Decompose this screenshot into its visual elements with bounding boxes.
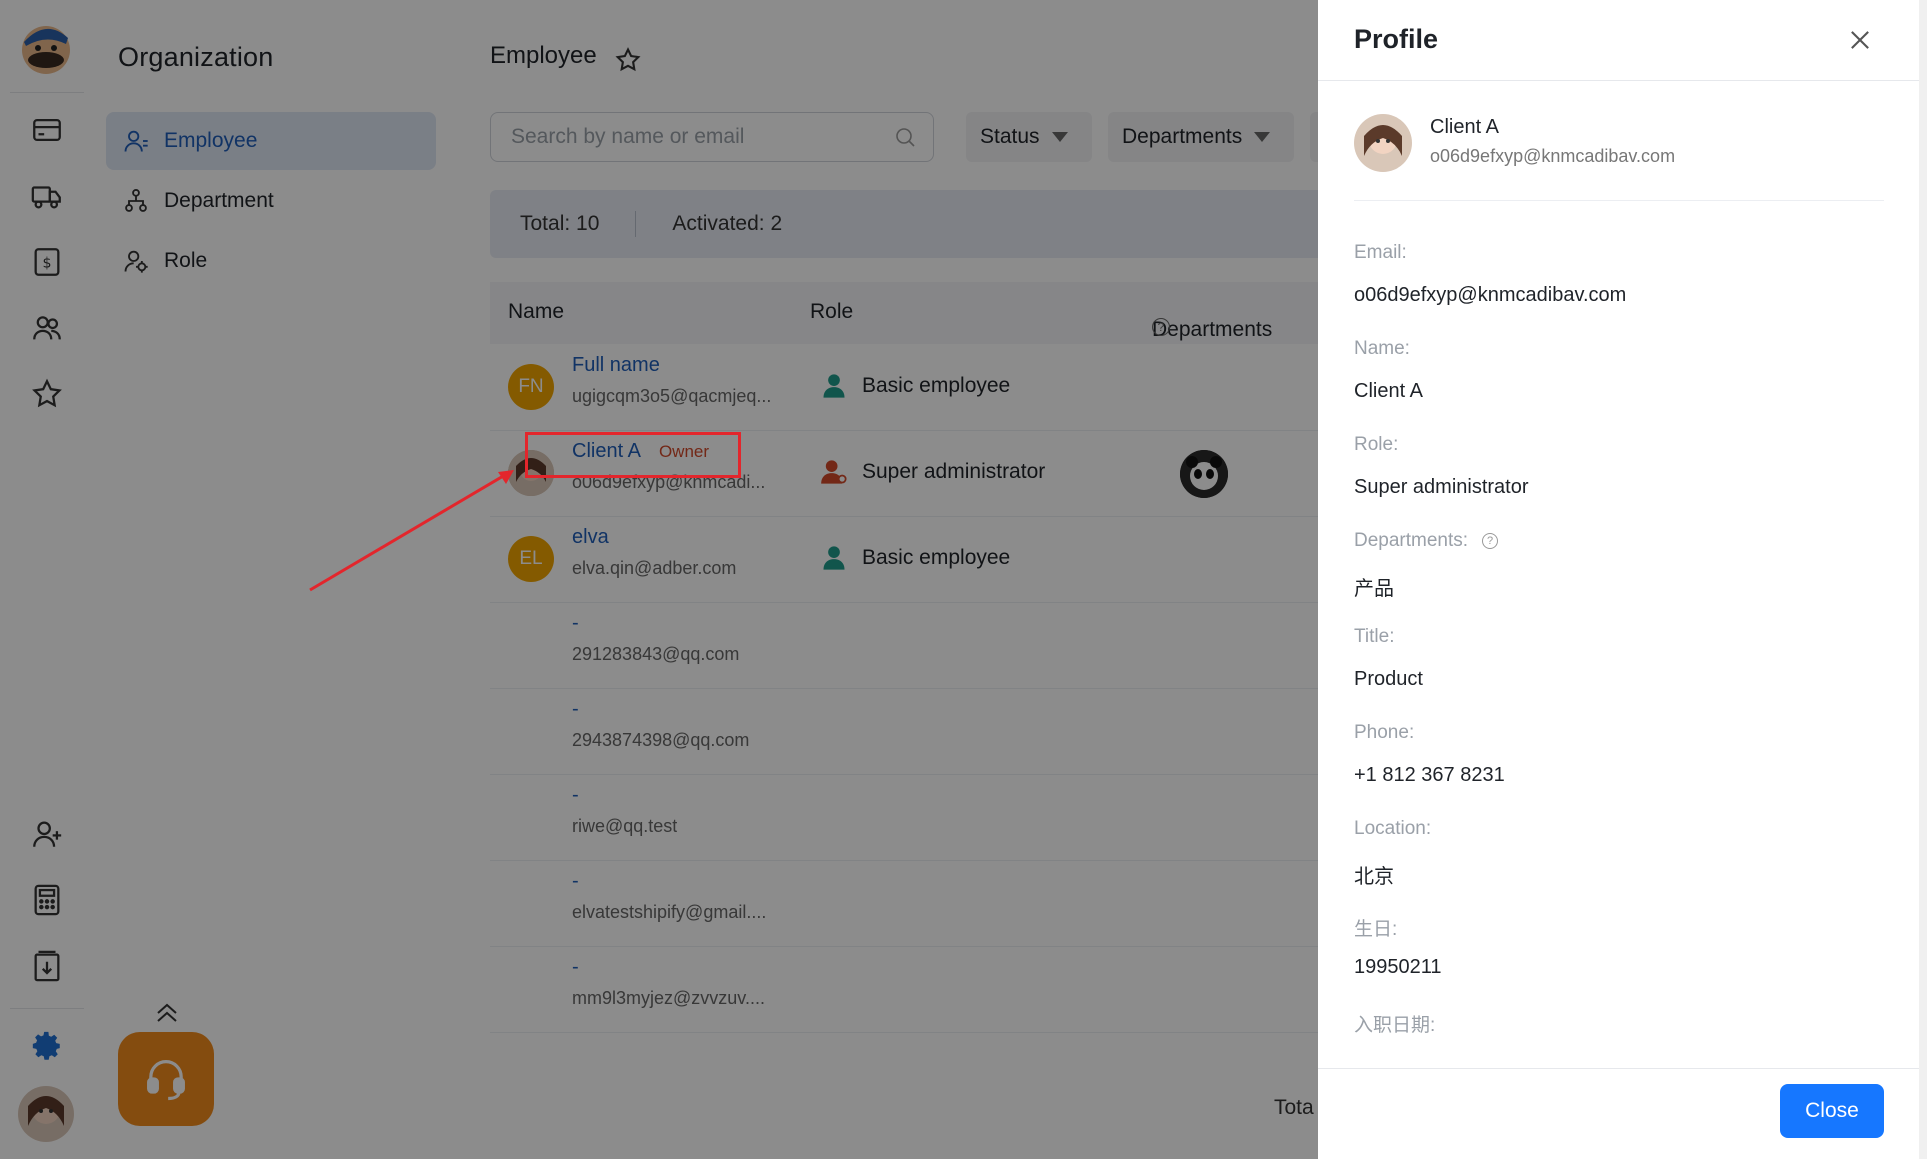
scrollbar[interactable]	[1919, 0, 1927, 1159]
field-label-email: Email:	[1354, 242, 1407, 263]
close-button[interactable]: Close	[1780, 1084, 1884, 1138]
modal-overlay[interactable]	[0, 0, 1318, 1159]
annotation-highlight-box	[525, 432, 741, 478]
profile-drawer: Profile Client A o06d9efxyp@knmcadibav.c…	[1318, 0, 1919, 1159]
field-value-phone: +1 812 367 8231	[1354, 764, 1505, 786]
field-label-title: Title:	[1354, 626, 1395, 647]
divider	[1318, 80, 1919, 81]
divider	[1318, 1068, 1919, 1069]
close-icon[interactable]	[1846, 26, 1874, 54]
field-value-location: 北京	[1354, 866, 1394, 888]
drawer-title: Profile	[1354, 24, 1439, 54]
field-value-role: Super administrator	[1354, 476, 1529, 498]
profile-avatar	[1354, 114, 1412, 172]
profile-name: Client A	[1430, 116, 1499, 138]
field-value-email: o06d9efxyp@knmcadibav.com	[1354, 284, 1627, 306]
field-label-location: Location:	[1354, 818, 1432, 839]
field-label-name: Name:	[1354, 338, 1410, 359]
field-label-departments: Departments:?	[1354, 530, 1499, 552]
field-label-role: Role:	[1354, 434, 1399, 455]
help-icon[interactable]: ?	[1482, 532, 1499, 549]
field-label-birthday: 生日:	[1354, 919, 1398, 940]
divider	[1354, 200, 1884, 201]
field-value-name: Client A	[1354, 380, 1423, 402]
field-value-birthday: 19950211	[1354, 956, 1442, 978]
annotation-arrow	[309, 470, 514, 592]
field-label-hire-date: 入职日期:	[1354, 1015, 1436, 1036]
field-label-phone: Phone:	[1354, 722, 1415, 743]
field-value-departments: 产品	[1354, 578, 1394, 600]
field-value-title: Product	[1354, 668, 1423, 690]
profile-email: o06d9efxyp@knmcadibav.com	[1430, 146, 1676, 166]
